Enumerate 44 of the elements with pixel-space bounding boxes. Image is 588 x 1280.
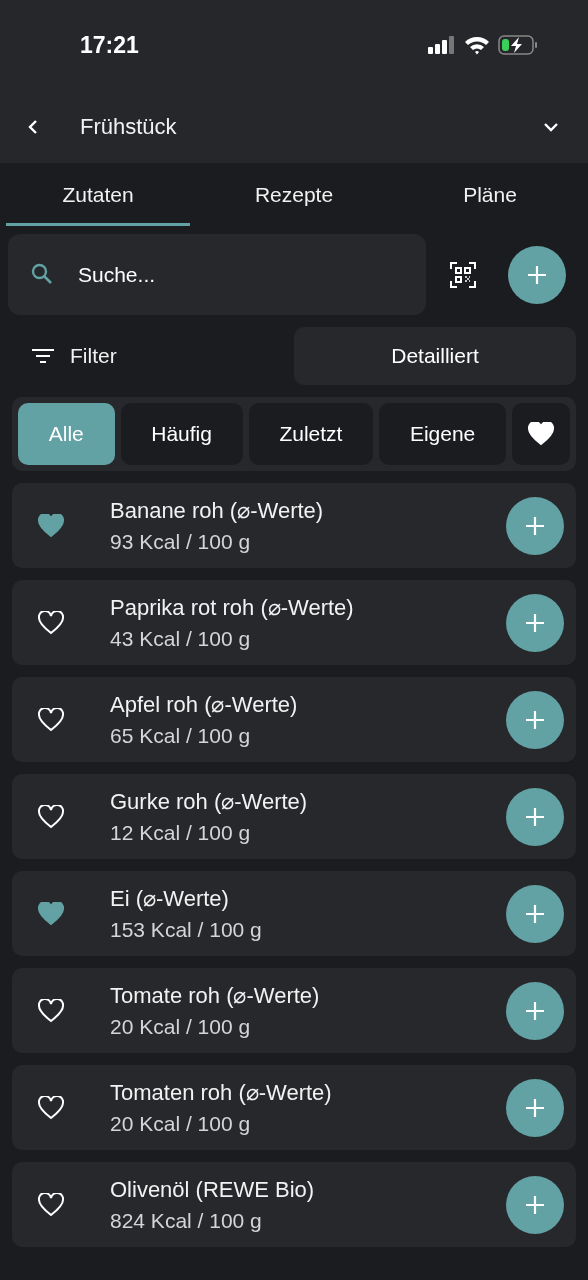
food-name: Apfel roh (⌀-Werte): [110, 691, 299, 720]
favorites-chip[interactable]: [512, 403, 571, 465]
food-name: Tomaten roh (⌀-Werte): [110, 1079, 333, 1108]
add-button[interactable]: [508, 245, 566, 304]
filter-icon: [32, 348, 54, 364]
food-calories: 93 Kcal / 100 g: [110, 529, 252, 556]
tab[interactable]: Pläne: [392, 163, 588, 226]
category-chip[interactable]: Häufig: [120, 403, 243, 465]
food-card[interactable]: Tomate roh (⌀-Werte) 20 Kcal / 100 g: [12, 968, 576, 1053]
food-card[interactable]: Apfel roh (⌀-Werte) 65 Kcal / 100 g: [12, 677, 576, 762]
food-card[interactable]: Tomaten roh (⌀-Werte) 20 Kcal / 100 g: [12, 1065, 576, 1150]
view-mode-button[interactable]: Detailliert: [294, 327, 576, 385]
category-chip[interactable]: Zuletzt: [248, 403, 374, 465]
food-calories: 153 Kcal / 100 g: [110, 917, 263, 944]
search-field[interactable]: Suche...: [8, 234, 426, 315]
food-name: Gurke roh (⌀-Werte): [110, 788, 309, 817]
food-card[interactable]: Olivenöl (REWE Bio) 824 Kcal / 100 g: [12, 1162, 576, 1247]
food-card[interactable]: Gurke roh (⌀-Werte) 12 Kcal / 100 g: [12, 774, 576, 859]
tab[interactable]: Zutaten: [0, 163, 196, 226]
food-card[interactable]: Banane roh (⌀-Werte) 93 Kcal / 100 g: [12, 483, 576, 568]
food-name: Ei (⌀-Werte): [110, 885, 230, 914]
food-card[interactable]: Ei (⌀-Werte) 153 Kcal / 100 g: [12, 871, 576, 956]
category-chip[interactable]: Eigene: [379, 403, 507, 465]
battery-icon: [498, 35, 538, 55]
meal-title: Frühstück: [80, 113, 178, 141]
wifi-icon: [464, 35, 490, 55]
tab[interactable]: Rezepte: [196, 163, 392, 226]
food-calories: 20 Kcal / 100 g: [110, 1111, 252, 1138]
back-icon[interactable]: [26, 117, 40, 136]
status-time: 17:21: [80, 30, 139, 60]
food-calories: 65 Kcal / 100 g: [110, 723, 252, 750]
qr-scan-icon[interactable]: [450, 261, 476, 288]
food-card[interactable]: Paprika rot roh (⌀-Werte) 43 Kcal / 100 g: [12, 580, 576, 665]
food-name: Tomate roh (⌀-Werte): [110, 982, 321, 1011]
food-name: Paprika rot roh (⌀-Werte): [110, 594, 355, 623]
favorites-icon: [528, 422, 555, 446]
food-calories: 12 Kcal / 100 g: [110, 820, 252, 847]
food-calories: 824 Kcal / 100 g: [110, 1208, 263, 1235]
filter-button[interactable]: Filter: [12, 340, 117, 372]
signal-icon: [428, 36, 456, 54]
food-calories: 43 Kcal / 100 g: [110, 626, 252, 653]
food-name: Olivenöl (REWE Bio): [110, 1176, 316, 1205]
food-calories: 20 Kcal / 100 g: [110, 1014, 252, 1041]
food-name: Banane roh (⌀-Werte): [110, 497, 325, 526]
